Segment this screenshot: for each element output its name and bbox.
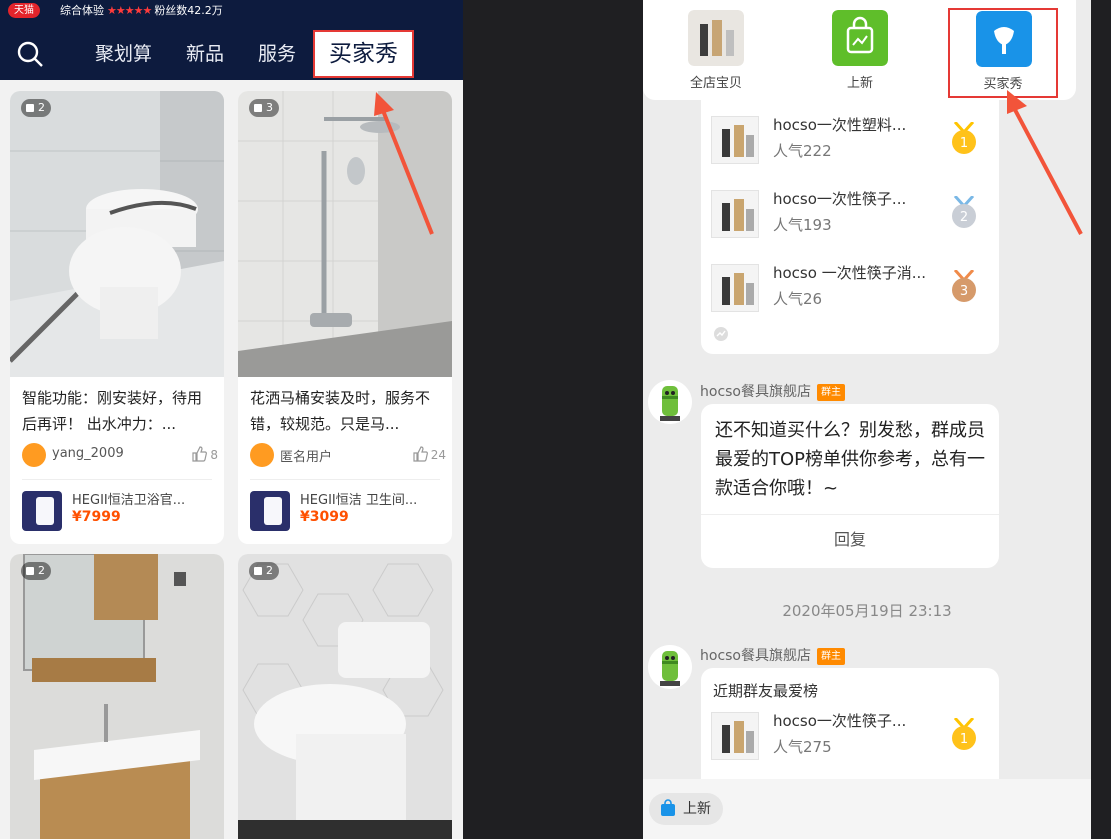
image-count-badge: 2	[21, 99, 51, 117]
review-author: 匿名用户 24	[250, 443, 446, 469]
chart-icon	[714, 327, 728, 341]
gold-medal-icon: 1	[952, 718, 976, 750]
bottom-bar: 上新	[643, 779, 1091, 839]
owner-badge: 群主	[817, 648, 845, 665]
menu-all-items[interactable]: 全店宝贝	[671, 10, 761, 96]
avatar	[250, 443, 274, 467]
shop-avatar[interactable]	[648, 645, 692, 689]
review-photo-toilet	[238, 554, 452, 839]
message-text: 还不知道买什么？别发愁，群成员最爱的TOP榜单供你参考，总有一款适合你哦！~	[715, 420, 986, 499]
product-price: ¥7999	[72, 509, 121, 525]
shopping-bag-icon	[661, 799, 675, 816]
linked-product[interactable]: HEGII恒洁 卫生间... ¥3099	[250, 487, 446, 533]
author-name: 匿名用户	[280, 450, 333, 465]
product-name: HEGII恒洁 卫生间...	[300, 493, 418, 508]
review-author: yang_2009 8	[22, 443, 218, 469]
tab-service[interactable]: 服务	[258, 40, 296, 68]
product-thumbnail	[711, 712, 759, 760]
fans-count: 粉丝数42.2万	[154, 4, 223, 17]
product-name: HEGII恒洁卫浴官...	[72, 493, 186, 508]
popularity: 人气26	[773, 290, 823, 308]
svg-text:2: 2	[960, 210, 968, 225]
menu-label: 上新	[846, 76, 873, 91]
review-card[interactable]: 2 智能功能：刚安装好，待用后再评！ 出水冲力：... yang_2009 8 …	[10, 91, 224, 544]
thumbs-up-icon	[192, 446, 208, 462]
review-title: 花洒马桶安装及时，服务不错，较规范。只是马...	[250, 389, 431, 433]
image-count-badge: 3	[249, 99, 279, 117]
rating-stars: ★★★★★	[107, 4, 152, 17]
product-thumbnail	[711, 264, 759, 312]
tab-buyer-show[interactable]: 买家秀	[313, 30, 414, 78]
review-photo-shower	[238, 91, 452, 377]
message-timestamp: 2020年05月19日 23:13	[782, 602, 952, 620]
popularity: 人气193	[773, 216, 832, 234]
shop-menu: 全店宝贝 上新 买家秀	[643, 0, 1076, 100]
svg-text:1: 1	[960, 136, 968, 151]
store-header: 天猫 综合体验 ★★★★★ 粉丝数42.2万 聚划算 新品 服务 买家秀	[0, 0, 463, 80]
menu-label: 全店宝贝	[689, 76, 742, 91]
group-chat-panel: 全店宝贝 上新 买家秀 hocso一次性塑料... 人气222 1 hocso一…	[643, 0, 1091, 839]
svg-text:1: 1	[960, 732, 968, 747]
like-button[interactable]: 24	[412, 446, 446, 462]
product-name: hocso一次性塑料...	[773, 116, 907, 134]
product-name: hocso 一次性筷子消...	[773, 264, 926, 282]
product-thumbnail	[711, 116, 759, 164]
review-photo-vanity	[10, 554, 224, 839]
image-count-badge: 2	[21, 562, 51, 580]
review-photo-toilet	[10, 91, 224, 377]
owner-badge: 群主	[817, 384, 845, 401]
product-thumbnail	[711, 190, 759, 238]
new-arrivals-icon	[832, 10, 888, 66]
reply-button[interactable]: 回复	[701, 520, 999, 560]
svg-text:3: 3	[960, 284, 968, 299]
ranking-item[interactable]: hocso一次性筷子... 人气275 1	[711, 706, 991, 766]
gold-medal-icon: 1	[952, 122, 976, 154]
ranking-heading: 近期群友最爱榜	[713, 682, 819, 700]
product-name: hocso一次性筷子...	[773, 190, 907, 208]
shop-name: hocso餐具旗舰店 群主	[700, 645, 845, 665]
review-card[interactable]: 2	[238, 554, 452, 839]
shop-name: hocso餐具旗舰店 群主	[700, 381, 845, 401]
ranking-item[interactable]: hocso 一次性筷子消... 人气26 3	[711, 258, 991, 318]
store-rating: 综合体验 ★★★★★ 粉丝数42.2万	[60, 4, 223, 17]
product-name: hocso一次性筷子...	[773, 712, 907, 730]
tab-juhuasuan[interactable]: 聚划算	[95, 40, 152, 68]
tmall-badge: 天猫	[8, 3, 40, 18]
buyer-show-panel: 天猫 综合体验 ★★★★★ 粉丝数42.2万 聚划算 新品 服务 买家秀 2 智能功…	[0, 0, 463, 839]
divider	[22, 479, 212, 480]
like-button[interactable]: 8	[191, 446, 218, 462]
menu-buyer-show[interactable]: 买家秀	[948, 8, 1058, 98]
product-thumbnail	[22, 491, 62, 531]
silver-medal-icon: 2	[952, 196, 976, 228]
bronze-medal-icon: 3	[952, 270, 976, 302]
annotation-arrow	[1007, 90, 1083, 235]
shop-avatar[interactable]	[648, 380, 692, 424]
review-title: 智能功能：刚安装好，待用后再评！ 出水冲力：...	[22, 389, 203, 433]
product-price: ¥3099	[300, 509, 349, 525]
ranking-item[interactable]: hocso一次性筷子... 人气193 2	[711, 184, 991, 244]
all-items-icon	[688, 10, 744, 66]
review-card[interactable]: 2	[10, 554, 224, 839]
menu-new-arrivals[interactable]: 上新	[815, 10, 905, 96]
divider	[701, 514, 999, 515]
thumbs-up-icon	[413, 446, 428, 462]
menu-label: 买家秀	[983, 77, 1023, 92]
popularity: 人气275	[773, 738, 832, 756]
avatar	[22, 443, 46, 467]
ranking-card: hocso一次性塑料... 人气222 1 hocso一次性筷子... 人气19…	[701, 100, 999, 354]
search-icon[interactable]	[16, 40, 44, 68]
author-name: yang_2009	[52, 446, 124, 461]
buyer-show-icon	[976, 11, 1032, 67]
ranking-item[interactable]: hocso一次性塑料... 人气222 1	[711, 110, 991, 170]
divider	[250, 479, 440, 480]
linked-product[interactable]: HEGII恒洁卫浴官... ¥7999	[22, 487, 218, 533]
message-bubble: 还不知道买什么？别发愁，群成员最爱的TOP榜单供你参考，总有一款适合你哦！~ 回…	[701, 404, 999, 568]
popularity: 人气222	[773, 142, 832, 160]
image-count-badge: 2	[249, 562, 279, 580]
tab-new[interactable]: 新品	[186, 40, 224, 68]
product-thumbnail	[250, 491, 290, 531]
review-card[interactable]: 3 花洒马桶安装及时，服务不错，较规范。只是马... 匿名用户 24 HEGII…	[238, 91, 452, 544]
new-arrivals-chip[interactable]: 上新	[649, 793, 723, 825]
